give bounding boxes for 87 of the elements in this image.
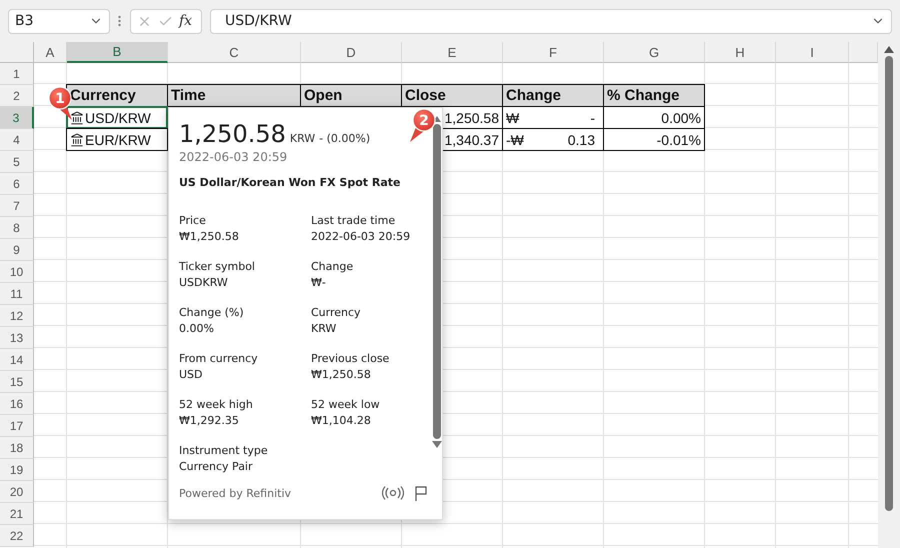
table-cell[interactable]: USD/KRW bbox=[66, 106, 168, 129]
column-header[interactable]: G bbox=[604, 42, 705, 63]
scroll-up-icon[interactable] bbox=[884, 46, 894, 53]
field-value: 0.00% bbox=[179, 321, 215, 337]
change-value: - bbox=[590, 110, 595, 126]
unit-text: KRW bbox=[290, 132, 316, 145]
field-value: ₩1,292.35 bbox=[179, 413, 240, 429]
row-header[interactable]: 18 bbox=[0, 437, 34, 459]
bank-icon bbox=[70, 132, 84, 146]
header-cell: Open bbox=[300, 84, 402, 107]
header-cell: Time bbox=[167, 84, 301, 107]
row-header[interactable]: 19 bbox=[0, 459, 34, 481]
column-header[interactable]: C bbox=[168, 42, 301, 63]
field-label: Change bbox=[311, 259, 354, 275]
row-header[interactable]: 2 bbox=[0, 85, 34, 107]
scrollbar-thumb[interactable] bbox=[432, 124, 440, 439]
currency-symbol: ₩ bbox=[506, 110, 520, 126]
scroll-down-icon[interactable] bbox=[432, 441, 442, 448]
column-header[interactable]: B bbox=[67, 42, 168, 63]
row-header[interactable]: 12 bbox=[0, 305, 34, 327]
field-label: Ticker symbol bbox=[179, 259, 256, 275]
insert-function-button[interactable]: fx bbox=[179, 13, 192, 29]
field-label: 52 week high bbox=[179, 397, 254, 413]
row-header[interactable]: 8 bbox=[0, 217, 34, 239]
field-label: Currency bbox=[311, 305, 362, 321]
card-title: US Dollar/Korean Won FX Spot Rate bbox=[179, 176, 402, 189]
column-header[interactable]: H bbox=[705, 42, 776, 63]
table-cell: 0.00% bbox=[603, 106, 705, 129]
currency-symbol: -₩ bbox=[506, 132, 524, 148]
column-header[interactable]: F bbox=[503, 42, 604, 63]
row-header[interactable]: 21 bbox=[0, 503, 34, 525]
field-value: ₩- bbox=[311, 275, 327, 291]
change-value: 0.13 bbox=[568, 132, 595, 148]
column-header[interactable]: D bbox=[301, 42, 402, 63]
currency-text: USD/KRW bbox=[85, 110, 151, 126]
row-header[interactable]: 1 bbox=[0, 63, 34, 85]
formula-field[interactable]: USD/KRW bbox=[210, 8, 892, 34]
row-header[interactable]: 10 bbox=[0, 261, 34, 283]
field-value: Currency Pair bbox=[179, 459, 254, 475]
header-cell: Currency bbox=[66, 84, 168, 107]
row-header[interactable]: 16 bbox=[0, 393, 34, 415]
field-label: From currency bbox=[179, 351, 259, 367]
field-label: 52 week low bbox=[311, 397, 381, 413]
row-header[interactable]: 5 bbox=[0, 151, 34, 173]
column-header[interactable]: E bbox=[402, 42, 503, 63]
row-header[interactable]: 6 bbox=[0, 173, 34, 195]
header-cell: Change bbox=[502, 84, 604, 107]
header-cell: % Change bbox=[603, 84, 705, 107]
scrollbar-thumb[interactable] bbox=[885, 56, 893, 511]
header-cell: Close bbox=[401, 84, 503, 107]
field-label: Instrument type bbox=[179, 443, 269, 459]
row-header[interactable]: 11 bbox=[0, 283, 34, 305]
field-label: Previous close bbox=[311, 351, 390, 367]
currency-text: EUR/KRW bbox=[85, 132, 151, 148]
broadcast-icon[interactable] bbox=[382, 486, 404, 500]
field-value: USD bbox=[179, 367, 204, 383]
field-value: 2022-06-03 20:59 bbox=[311, 229, 412, 245]
row-header[interactable]: 3 bbox=[0, 107, 34, 129]
field-value: USDKRW bbox=[179, 275, 229, 291]
column-header[interactable]: A bbox=[34, 42, 67, 63]
field-label: Price bbox=[179, 213, 207, 229]
flag-icon[interactable] bbox=[414, 486, 428, 500]
column-header[interactable]: I bbox=[776, 42, 849, 63]
row-header[interactable]: 7 bbox=[0, 195, 34, 217]
table-cell: -0.01% bbox=[603, 128, 705, 151]
field-value: ₩1,104.28 bbox=[311, 413, 372, 429]
footer-text: Powered by Refinitiv bbox=[179, 486, 292, 500]
drag-handle-icon[interactable] bbox=[118, 14, 121, 26]
bank-icon bbox=[70, 110, 84, 124]
time-text: 2022-06-03 20:59 bbox=[179, 150, 288, 164]
delta-text: - (0.00%) bbox=[319, 132, 370, 145]
row-header[interactable]: 14 bbox=[0, 349, 34, 371]
row-header[interactable]: 22 bbox=[0, 525, 34, 547]
table-cell[interactable]: EUR/KRW bbox=[66, 128, 168, 151]
row-header[interactable]: 4 bbox=[0, 129, 34, 151]
row-header[interactable]: 13 bbox=[0, 327, 34, 349]
row-header[interactable]: 9 bbox=[0, 239, 34, 261]
row-header[interactable]: 15 bbox=[0, 371, 34, 393]
row-header[interactable]: 17 bbox=[0, 415, 34, 437]
field-value: ₩1,250.58 bbox=[179, 229, 240, 245]
name-box[interactable]: B3 bbox=[8, 8, 110, 34]
field-value: KRW bbox=[311, 321, 338, 337]
field-label: Last trade time bbox=[311, 213, 396, 229]
price-text: 1,250.58 bbox=[179, 120, 286, 148]
row-header[interactable]: 20 bbox=[0, 481, 34, 503]
field-value: ₩1,250.58 bbox=[311, 367, 372, 383]
field-label: Change (%) bbox=[179, 305, 245, 321]
